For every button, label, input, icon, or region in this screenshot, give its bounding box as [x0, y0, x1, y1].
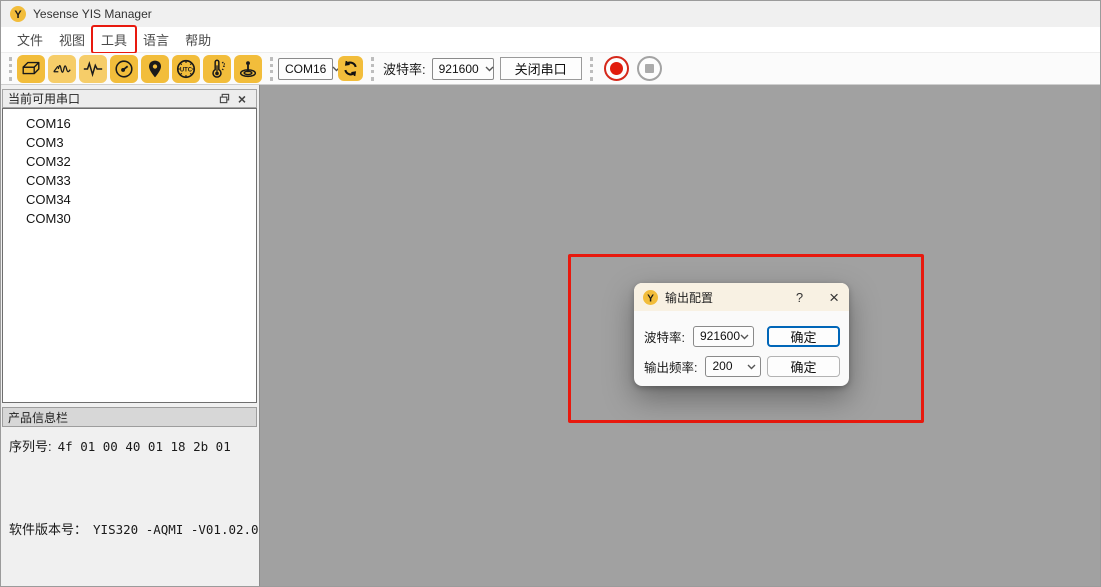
dialog-baud-label: 波特率: [644, 327, 685, 346]
menu-view[interactable]: 视图 [53, 27, 91, 52]
utc-clock-icon: UTC [175, 58, 197, 80]
close-serial-port-button[interactable]: 关闭串口 [500, 57, 582, 80]
gauge-button[interactable] [110, 55, 138, 83]
pressure-icon [237, 58, 259, 80]
dialog-baud-select[interactable]: 921600 [693, 326, 754, 347]
app-logo-icon: Y [10, 6, 26, 22]
serial-number-line: 序列号: 4f 01 00 40 01 18 2b 01 [9, 436, 231, 455]
record-button[interactable] [604, 56, 629, 81]
svg-text:Y: Y [647, 293, 654, 304]
toolbar-grip[interactable] [270, 57, 273, 81]
angle-waveform-icon [51, 58, 73, 80]
output-config-dialog: Y 输出配置 ? × 波特率: 921600 确定 输出频率: 200 [634, 283, 849, 386]
menu-tools[interactable]: 工具 [95, 27, 133, 52]
serial-number-value: 4f 01 00 40 01 18 2b 01 [58, 439, 231, 454]
confirm-output-rate-button[interactable]: 确定 [767, 356, 840, 377]
software-version-label: 软件版本号： [9, 522, 87, 537]
angle-waveform-button[interactable] [48, 55, 76, 83]
record-icon [610, 62, 623, 75]
output-rate-row: 输出频率: 200 确定 [644, 355, 840, 377]
refresh-ports-icon [341, 59, 360, 78]
app-logo-icon: Y [643, 290, 658, 305]
stop-button[interactable] [637, 56, 662, 81]
attitude-3d-button[interactable] [17, 55, 45, 83]
info-panel-title: 产品信息栏 [8, 409, 68, 426]
dialog-output-rate-select[interactable]: 200 [705, 356, 761, 377]
baud-rate-row: 波特率: 921600 确定 [644, 325, 840, 347]
ports-panel-title: 当前可用串口 [8, 90, 80, 107]
toolbar-grip[interactable] [371, 57, 374, 81]
menu-language[interactable]: 语言 [137, 27, 175, 52]
pulse-waveform-button[interactable] [79, 55, 107, 83]
chevron-down-icon [485, 66, 494, 72]
dialog-output-rate-label: 输出频率: [644, 357, 697, 376]
refresh-ports-button[interactable] [338, 56, 363, 81]
pressure-button[interactable] [234, 55, 262, 83]
menu-help[interactable]: 帮助 [179, 27, 217, 52]
port-list-item[interactable]: COM16 [3, 114, 256, 133]
close-panel-icon[interactable]: × [233, 91, 251, 106]
dialog-close-icon[interactable]: × [829, 289, 839, 306]
baud-rate-select[interactable]: 921600 [432, 58, 494, 80]
serial-number-label: 序列号: [9, 439, 52, 454]
dialog-titlebar[interactable]: Y 输出配置 ? × [634, 283, 849, 311]
confirm-baud-button[interactable]: 确定 [767, 326, 840, 347]
dialog-title: 输出配置 [665, 289, 796, 306]
info-panel-header: 产品信息栏 [2, 407, 257, 427]
ports-panel-header: 当前可用串口 × [2, 89, 257, 108]
float-panel-icon[interactable] [215, 91, 233, 106]
chevron-down-icon [747, 359, 756, 373]
chevron-down-icon [740, 329, 749, 343]
software-version-line: 软件版本号： YIS320 -AQMI -V01.02.03; [9, 519, 274, 538]
location-pin-icon [145, 59, 165, 79]
left-dock: 当前可用串口 × COM16 COM3 COM32 COM33 COM34 CO… [1, 85, 259, 587]
gauge-icon [113, 58, 135, 80]
toolbar-grip[interactable] [590, 57, 593, 81]
cube-icon [20, 58, 42, 80]
port-list-item[interactable]: COM34 [3, 190, 256, 209]
baud-rate-label: 波特率: [383, 59, 426, 78]
window-title: Yesense YIS Manager [33, 7, 152, 21]
svg-text:Y: Y [14, 9, 22, 21]
stop-icon [645, 64, 654, 73]
port-list-item[interactable]: COM33 [3, 171, 256, 190]
ports-list: COM16 COM3 COM32 COM33 COM34 COM30 [2, 108, 257, 403]
toolbar: UTC COM16 波特率: 921600 关闭串口 [1, 53, 1100, 85]
thermometer-icon [206, 58, 228, 80]
app-window: Y Yesense YIS Manager 文件 视图 工具 语言 帮助 UTC [0, 0, 1101, 587]
location-button[interactable] [141, 55, 169, 83]
port-select[interactable]: COM16 [278, 58, 333, 80]
port-list-item[interactable]: COM3 [3, 133, 256, 152]
software-version-value: YIS320 -AQMI -V01.02.03; [93, 522, 274, 537]
menubar: 文件 视图 工具 语言 帮助 [1, 27, 1100, 53]
dialog-body: 波特率: 921600 确定 输出频率: 200 确定 [634, 311, 849, 377]
temperature-button[interactable] [203, 55, 231, 83]
toolbar-grip[interactable] [9, 57, 12, 81]
dialog-help-button[interactable]: ? [796, 290, 803, 305]
utc-time-button[interactable]: UTC [172, 55, 200, 83]
svg-text:UTC: UTC [180, 67, 193, 73]
port-list-item[interactable]: COM32 [3, 152, 256, 171]
port-list-item[interactable]: COM30 [3, 209, 256, 228]
titlebar: Y Yesense YIS Manager [1, 1, 1100, 27]
menu-file[interactable]: 文件 [11, 27, 49, 52]
pulse-waveform-icon [82, 58, 104, 80]
